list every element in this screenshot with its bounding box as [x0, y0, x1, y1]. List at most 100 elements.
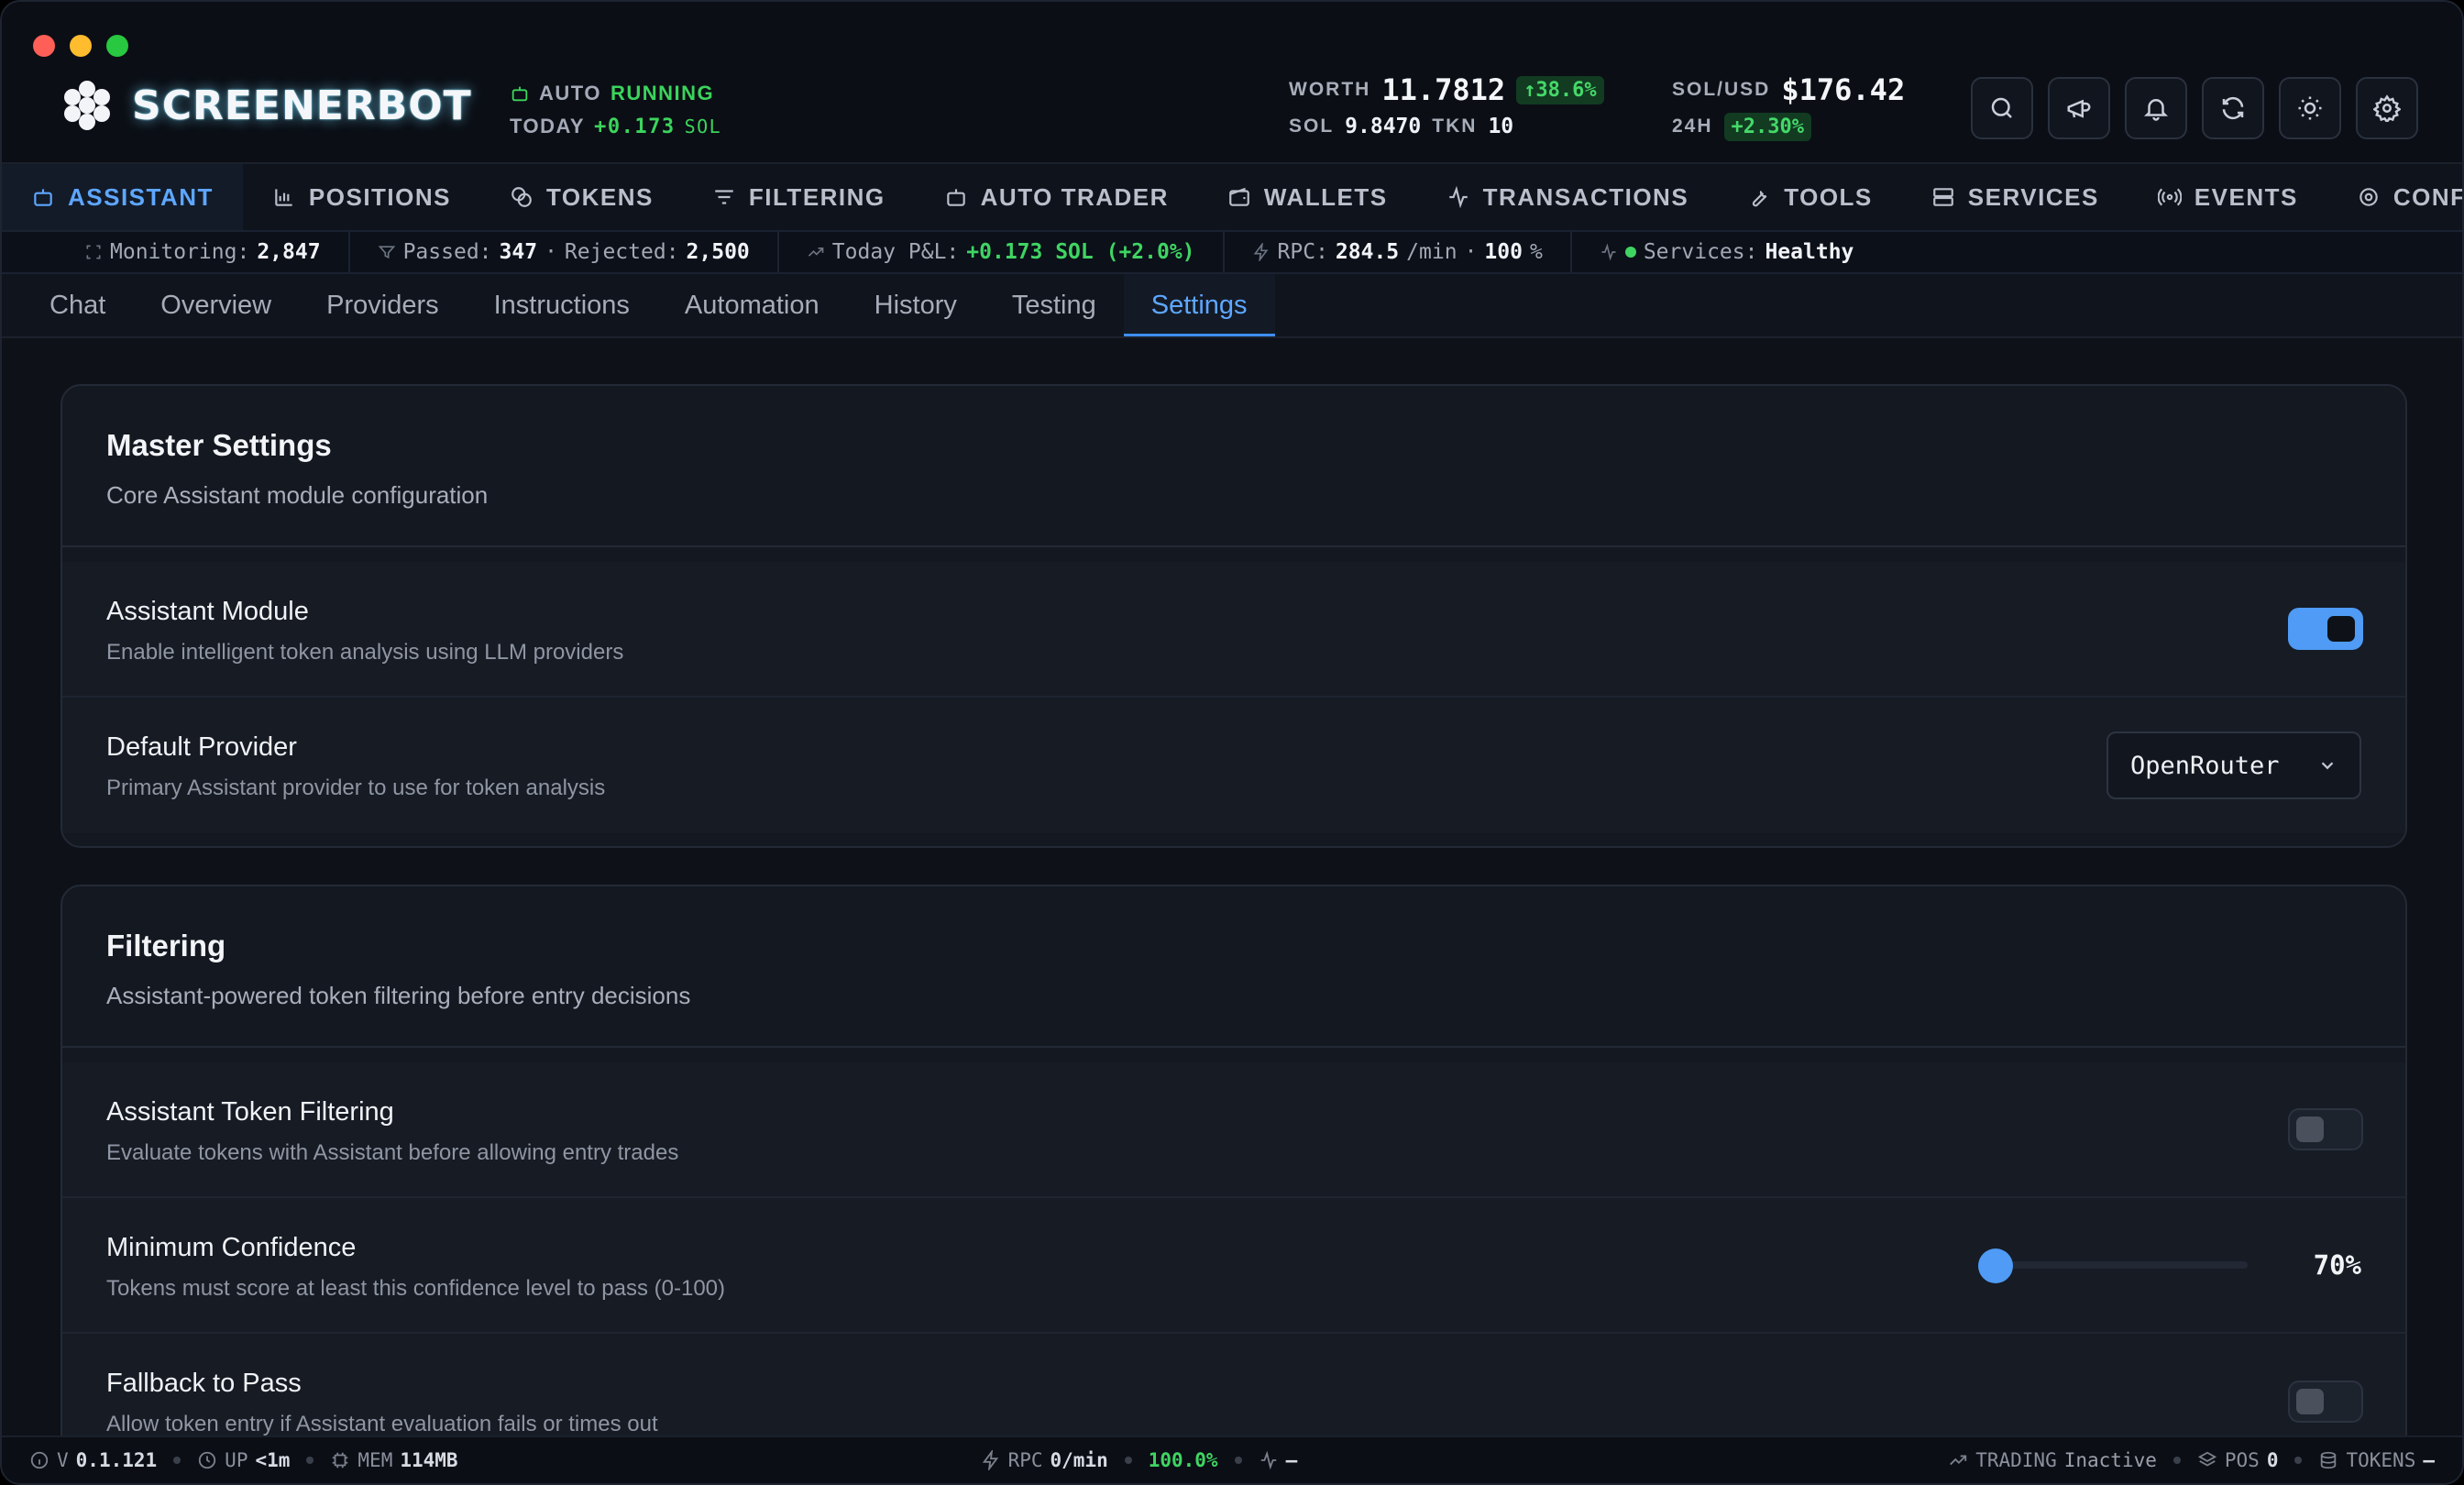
fallback-row: Fallback to Pass Allow token entry if As… — [62, 1334, 2405, 1438]
h24-change-badge: +2.30% — [1723, 112, 1812, 141]
tab-overview[interactable]: Overview — [133, 274, 299, 336]
sol-value: 9.8470 — [1345, 115, 1422, 138]
solusd-label: SOL/USD — [1672, 79, 1771, 100]
main-nav: ASSISTANT POSITIONS TOKENS FILTERING AUT… — [2, 162, 2462, 230]
nav-label: EVENTS — [2194, 182, 2298, 211]
setting-title: Fallback to Pass — [106, 1369, 302, 1398]
search-icon — [1991, 97, 2012, 118]
setting-description: Evaluate tokens with Assistant before al… — [106, 1140, 679, 1165]
tab-settings[interactable]: Settings — [1123, 274, 1275, 336]
radio-icon — [2157, 188, 2182, 206]
chip-icon — [333, 1452, 348, 1468]
coins-icon — [512, 187, 532, 207]
pos-label: POS — [2224, 1449, 2260, 1471]
nav-item-config[interactable]: CONFIG — [2327, 164, 2462, 230]
nav-item-filtering[interactable]: FILTERING — [683, 164, 915, 230]
slider-thumb[interactable] — [1978, 1248, 2013, 1283]
setting-title: Default Provider — [106, 732, 297, 762]
nav-item-tokens[interactable]: TOKENS — [480, 164, 683, 230]
notifications-button[interactable] — [2125, 77, 2187, 139]
search-button[interactable] — [1971, 77, 2033, 139]
minimize-window-button[interactable] — [70, 35, 92, 57]
activity-icon — [1601, 243, 1616, 261]
separator: · — [1464, 240, 1478, 264]
nav-label: SERVICES — [1967, 182, 2099, 211]
passed-value: 347 — [499, 240, 538, 264]
close-window-button[interactable] — [33, 35, 55, 57]
status-footer: V 0.1.121 UP <1m MEM 114MB RPC 0/min 100… — [2, 1436, 2462, 1483]
rpc-pct-unit: % — [1529, 240, 1543, 264]
solusd-value: $176.42 — [1781, 72, 1906, 107]
filter-icon — [378, 246, 395, 259]
trading-label: TRADING — [1975, 1449, 2057, 1471]
info-icon — [30, 1451, 49, 1469]
bolt-icon — [982, 1450, 998, 1470]
pulse-info: – — [1259, 1449, 1297, 1471]
version-label: V — [57, 1449, 69, 1471]
brand[interactable]: SCREENERBOT — [62, 81, 472, 130]
fallback-toggle[interactable] — [2288, 1380, 2363, 1423]
robot-icon — [34, 189, 52, 206]
nav-item-services[interactable]: SERVICES — [1902, 164, 2128, 230]
assistant-module-row: Assistant Module Enable intelligent toke… — [62, 562, 2405, 698]
tab-testing[interactable]: Testing — [984, 274, 1124, 336]
sol-label: SOL — [1289, 116, 1335, 137]
refresh-icon — [2222, 96, 2244, 120]
setting-title: Assistant Token Filtering — [106, 1097, 394, 1127]
announcements-button[interactable] — [2048, 77, 2110, 139]
services-stat: Services: Healthy — [1572, 232, 1882, 272]
tab-instructions[interactable]: Instructions — [467, 274, 657, 336]
memory-label: MEM — [358, 1449, 393, 1471]
nav-item-auto-trader[interactable]: AUTO TRADER — [915, 164, 1198, 230]
nav-label: FILTERING — [748, 182, 886, 211]
settings-button[interactable] — [2356, 77, 2418, 139]
nav-item-transactions[interactable]: TRANSACTIONS — [1417, 164, 1719, 230]
today-value: +0.173 — [594, 115, 676, 138]
tab-providers[interactable]: Providers — [299, 274, 467, 336]
auto-status: AUTO RUNNING TODAY +0.173 SOL — [510, 77, 721, 143]
worth-value: 11.7812 — [1381, 72, 1506, 107]
tkn-value: 10 — [1488, 115, 1514, 138]
nav-item-events[interactable]: EVENTS — [2128, 164, 2327, 230]
rpc-stat: RPC: 284.5 /min · 100 % — [1225, 232, 1572, 272]
assistant-module-toggle[interactable] — [2288, 608, 2363, 650]
theme-toggle-button[interactable] — [2279, 77, 2341, 139]
trending-up-icon — [808, 248, 824, 257]
confidence-slider[interactable] — [1978, 1248, 2248, 1283]
robot-icon — [512, 86, 528, 102]
worth-summary: WORTH 11.7812 ↑38.6% SOL 9.8470 TKN 10 — [1289, 72, 1604, 145]
monitoring-label: Monitoring: — [110, 240, 250, 264]
setting-description: Tokens must score at least this confiden… — [106, 1276, 725, 1301]
refresh-button[interactable] — [2202, 77, 2264, 139]
window-controls — [33, 35, 128, 57]
default-provider-select[interactable]: OpenRouter — [2106, 732, 2361, 799]
logo-icon — [62, 81, 112, 130]
memory-info: MEM 114MB — [330, 1449, 458, 1471]
confidence-value: 70% — [2313, 1249, 2361, 1281]
zoom-window-button[interactable] — [106, 35, 128, 57]
nav-item-assistant[interactable]: ASSISTANT — [2, 164, 243, 230]
uptime-label: UP — [225, 1449, 248, 1471]
nav-item-wallets[interactable]: WALLETS — [1198, 164, 1417, 230]
settings-content[interactable]: Master Settings Core Assistant module co… — [2, 340, 2462, 1438]
token-filtering-toggle[interactable] — [2288, 1108, 2363, 1150]
brand-name: SCREENERBOT — [132, 82, 472, 129]
nav-item-tools[interactable]: TOOLS — [1718, 164, 1902, 230]
nav-label: AUTO TRADER — [980, 182, 1169, 211]
passed-label: Passed: — [402, 240, 492, 264]
activity-icon — [1448, 185, 1468, 209]
status-dot — [1624, 247, 1636, 258]
monitoring-value: 2,847 — [257, 240, 321, 264]
filter-icon — [715, 190, 733, 204]
setting-title: Assistant Module — [106, 597, 309, 626]
nav-item-positions[interactable]: POSITIONS — [243, 164, 480, 230]
tab-history[interactable]: History — [847, 274, 984, 336]
nav-label: TRANSACTIONS — [1482, 182, 1689, 211]
tab-chat[interactable]: Chat — [22, 274, 133, 336]
uptime-value: <1m — [255, 1449, 291, 1471]
wrench-icon — [1753, 191, 1767, 207]
rpc-value: 284.5 — [1335, 240, 1400, 264]
trading-value: Inactive — [2063, 1449, 2157, 1471]
rpc-label: RPC — [1007, 1449, 1043, 1471]
tab-automation[interactable]: Automation — [657, 274, 847, 336]
